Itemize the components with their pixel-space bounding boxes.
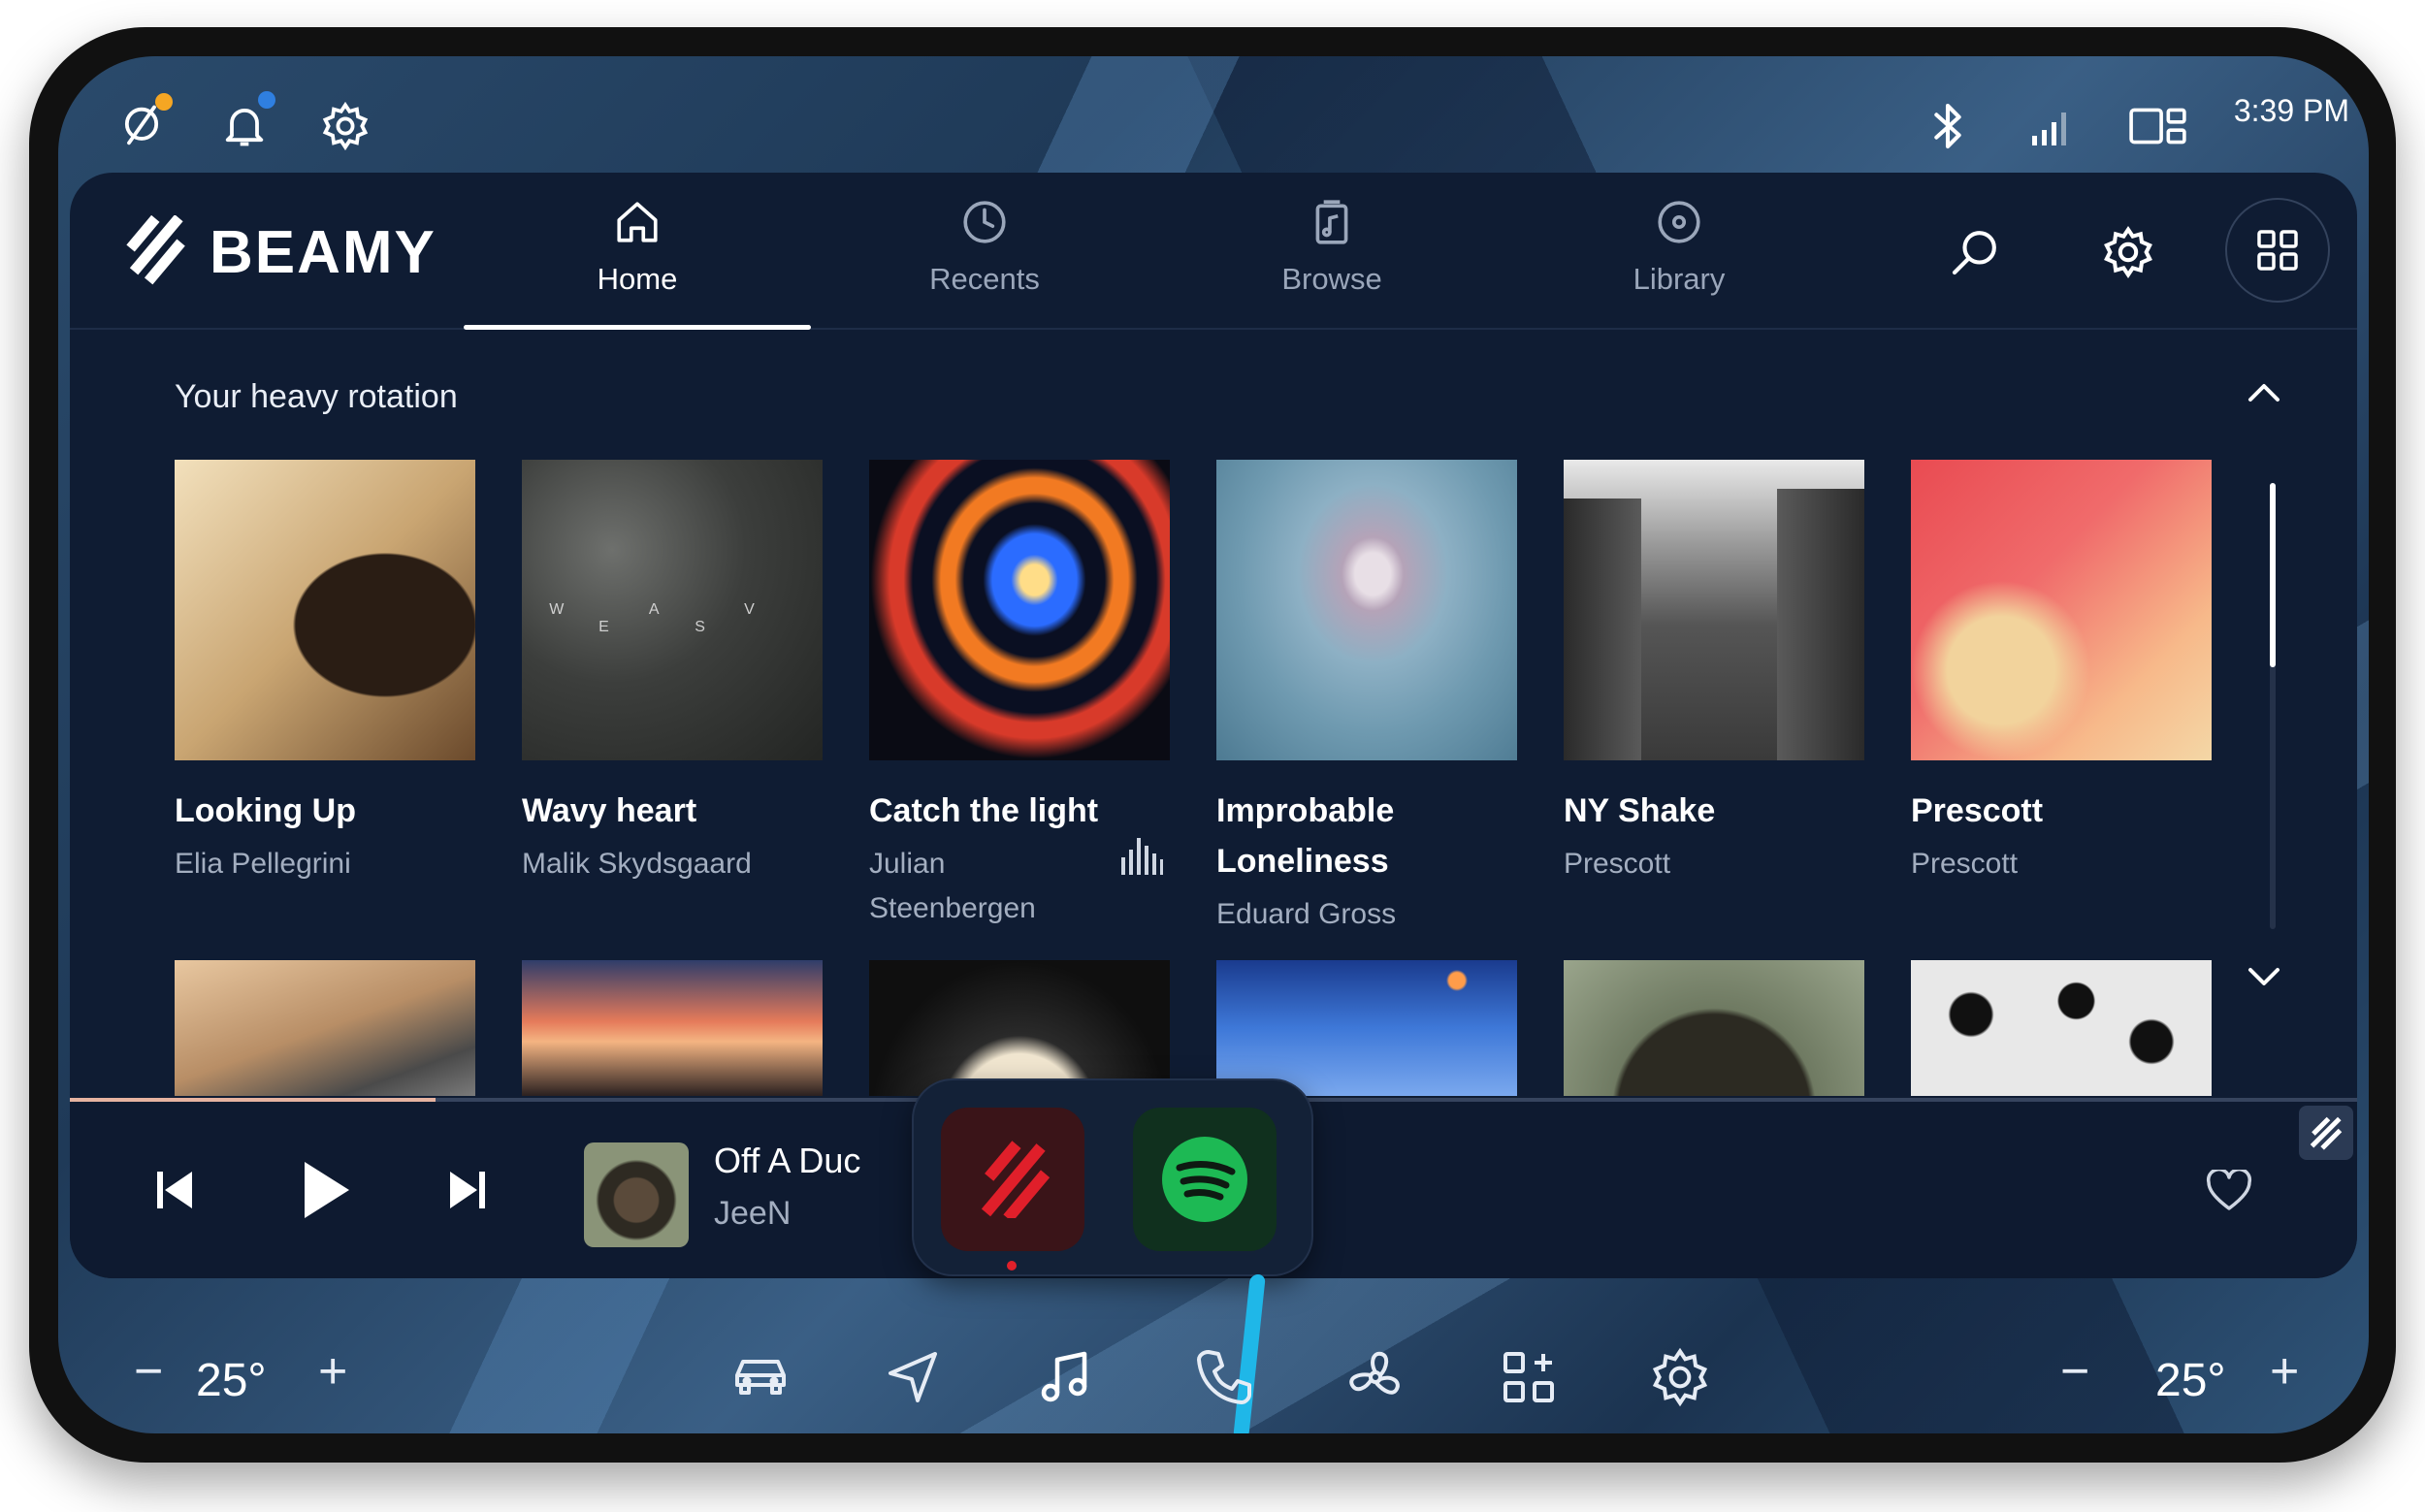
- now-playing-artwork[interactable]: [584, 1142, 689, 1247]
- album-cover: W A V E S: [522, 460, 823, 760]
- album-cover-row2[interactable]: [1216, 960, 1517, 1096]
- album-title: Wavy heart: [522, 792, 697, 829]
- album-title: Looking Up: [175, 792, 356, 829]
- right-temp-decrease[interactable]: −: [2060, 1342, 2089, 1400]
- tab-home-label: Home: [597, 262, 678, 296]
- tab-browse-label: Browse: [1281, 262, 1382, 296]
- cover-text: W A V E S: [549, 601, 795, 635]
- album-cover-row2[interactable]: [522, 960, 823, 1096]
- right-temperature: 25°: [2155, 1355, 2226, 1406]
- now-playing-equalizer-icon: [1121, 838, 1163, 875]
- cover-building: [1777, 489, 1864, 760]
- skip-next-icon[interactable]: [444, 1166, 489, 1214]
- bluetooth-icon[interactable]: [1928, 99, 1967, 153]
- album-card-wavy-heart[interactable]: W A V E S Wavy heart Malik Skydsgaard: [522, 460, 823, 925]
- heart-icon[interactable]: [2206, 1170, 2252, 1212]
- album-cover-row2[interactable]: [1911, 960, 2212, 1096]
- album-card-ny-shake[interactable]: NY Shake Prescott: [1564, 460, 1864, 925]
- left-temp-increase[interactable]: +: [318, 1342, 347, 1400]
- album-title: NY Shake: [1564, 792, 1716, 829]
- expand-chevron-down-icon[interactable]: [2243, 954, 2285, 997]
- left-temp-decrease[interactable]: −: [134, 1342, 163, 1400]
- active-app-indicator: [1007, 1261, 1017, 1271]
- settings-icon[interactable]: [1649, 1346, 1711, 1408]
- album-artist-line2: Steenbergen: [869, 892, 1036, 924]
- navigation-icon[interactable]: [883, 1346, 945, 1408]
- album-card-looking-up[interactable]: Looking Up Elia Pellegrini: [175, 460, 475, 925]
- now-playing-artist: JeeN: [714, 1195, 792, 1232]
- cover-building: [1564, 499, 1641, 760]
- settings-gear-icon[interactable]: [320, 101, 371, 151]
- album-cover-row2[interactable]: [869, 960, 1170, 1096]
- beamy-app-icon[interactable]: [941, 1108, 1084, 1251]
- beamy-logo-icon: [126, 215, 185, 285]
- apps-add-icon[interactable]: [1498, 1346, 1560, 1408]
- album-card-improbable-loneliness[interactable]: Improbable Loneliness Eduard Gross: [1216, 460, 1517, 945]
- tab-browse[interactable]: Browse: [1158, 173, 1505, 328]
- voice-indicator-dot: [155, 93, 173, 111]
- album-cover: [175, 460, 475, 760]
- album-artist: Eduard Gross: [1216, 898, 1397, 930]
- album-card-catch-the-light[interactable]: Catch the light Julian Steenbergen: [869, 460, 1170, 925]
- album-cover-row2[interactable]: [1564, 960, 1864, 1096]
- screen: 3:39 PM BEAMY Home Recents Browse Librar…: [58, 56, 2369, 1433]
- album-artist: Elia Pellegrini: [175, 848, 351, 880]
- scrollbar-track[interactable]: [2270, 483, 2276, 929]
- left-temperature: 25°: [196, 1355, 267, 1406]
- source-badge[interactable]: [2299, 1106, 2353, 1160]
- app-switcher: [914, 1080, 1311, 1274]
- album-cover: [1911, 460, 2212, 760]
- right-temp-increase[interactable]: +: [2270, 1342, 2299, 1400]
- music-file-icon: [1315, 200, 1348, 244]
- skip-previous-icon[interactable]: [153, 1166, 198, 1214]
- album-artist: Prescott: [1564, 848, 1671, 880]
- search-icon[interactable]: [1948, 225, 2002, 279]
- brand-name: BEAMY: [210, 218, 436, 286]
- tab-library-label: Library: [1633, 262, 1726, 296]
- album-cover: [869, 460, 1170, 760]
- album-card-prescott[interactable]: Prescott Prescott: [1911, 460, 2212, 925]
- home-icon: [617, 202, 658, 242]
- album-artist-line1: Julian: [869, 848, 946, 880]
- tab-library[interactable]: Library: [1505, 173, 1853, 328]
- album-cover: [1216, 460, 1517, 760]
- apps-grid-button[interactable]: [2225, 198, 2330, 303]
- status-bar: 3:39 PM: [58, 56, 2369, 173]
- top-navigation: BEAMY Home Recents Browse Library: [70, 173, 2357, 330]
- album-title: Prescott: [1911, 792, 2044, 829]
- now-playing-title: Off A Duc: [714, 1141, 861, 1180]
- grid-icon: [2257, 230, 2298, 271]
- fan-icon[interactable]: [1344, 1346, 1406, 1408]
- album-artist: Prescott: [1911, 848, 2019, 880]
- album-title-line1: Improbable: [1216, 792, 1395, 829]
- car-icon[interactable]: [729, 1346, 792, 1408]
- tab-recents-label: Recents: [929, 262, 1040, 296]
- signal-strength-icon: [2027, 103, 2076, 149]
- disc-icon: [1658, 201, 1700, 243]
- gear-icon[interactable]: [2101, 225, 2155, 279]
- album-cover: [1564, 460, 1864, 760]
- music-note-icon[interactable]: [1034, 1346, 1096, 1408]
- display-mode-icon[interactable]: [2128, 103, 2188, 149]
- spotify-app-icon[interactable]: [1133, 1108, 1277, 1251]
- section-title: Your heavy rotation: [175, 378, 458, 415]
- collapse-chevron-up-icon[interactable]: [2243, 372, 2285, 415]
- tab-home[interactable]: Home: [464, 173, 811, 330]
- scrollbar-thumb[interactable]: [2270, 483, 2276, 667]
- album-cover-row2[interactable]: [175, 960, 475, 1096]
- album-title: Catch the light: [869, 792, 1099, 829]
- album-title-line2: Loneliness: [1216, 843, 1389, 880]
- tab-recents[interactable]: Recents: [811, 173, 1158, 328]
- play-icon[interactable]: [295, 1158, 353, 1222]
- status-clock: 3:39 PM: [2233, 93, 2349, 128]
- album-artist: Malik Skydsgaard: [522, 848, 752, 880]
- brand-logo: BEAMY: [116, 215, 436, 289]
- phone-icon[interactable]: [1193, 1346, 1255, 1408]
- clock-icon: [963, 201, 1006, 243]
- beamy-small-logo-icon: [2310, 1116, 2343, 1150]
- notification-indicator-dot: [258, 91, 275, 109]
